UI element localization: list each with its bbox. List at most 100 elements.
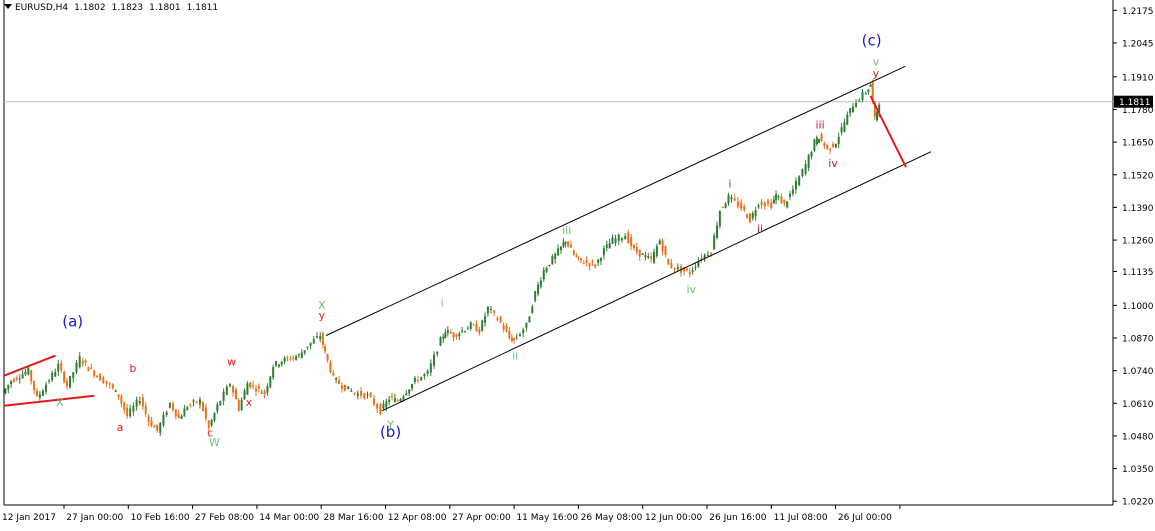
candle-body xyxy=(275,361,278,366)
channel-lower-line[interactable] xyxy=(381,151,932,412)
candle-body xyxy=(499,316,502,323)
triangle-bottom-line[interactable] xyxy=(3,394,95,407)
candle-body xyxy=(743,206,746,210)
candle-body xyxy=(87,366,90,372)
y-tick-label: 1.0480 xyxy=(1122,432,1154,442)
candle-body xyxy=(338,379,341,384)
candle-body xyxy=(718,210,721,227)
candle-body xyxy=(577,256,580,258)
wave-label: iii xyxy=(562,224,571,237)
candle-body xyxy=(733,198,736,201)
candle-body xyxy=(804,164,807,174)
candle-body xyxy=(496,318,499,321)
candle-body xyxy=(105,380,108,384)
x-tick-label: 12 Jun 00:00 xyxy=(645,513,702,523)
candle-body xyxy=(653,251,656,263)
candle-body xyxy=(461,330,464,332)
channel-upper-line[interactable] xyxy=(325,65,906,336)
y-tick-label: 1.0220 xyxy=(1122,498,1154,508)
candle-body xyxy=(237,400,240,411)
candle-body xyxy=(295,356,298,360)
dropdown-triangle-icon[interactable] xyxy=(4,4,12,9)
candle-body xyxy=(597,259,600,263)
candle-body xyxy=(746,214,749,219)
candle-body xyxy=(455,334,458,337)
candle-body xyxy=(391,396,394,398)
candle-body xyxy=(525,322,528,328)
candle-body xyxy=(562,242,565,247)
wave-label: iv xyxy=(686,283,696,296)
candle-body xyxy=(90,367,93,369)
price-chart[interactable]: 1.21751.20451.19101.17801.16501.15201.13… xyxy=(0,0,1155,527)
candle-body xyxy=(837,136,840,145)
candle-body xyxy=(232,386,235,393)
candle-body xyxy=(27,367,30,375)
candle-body xyxy=(379,404,382,414)
x-tick-label: 12 Jan 2017 xyxy=(2,513,56,523)
candle-body xyxy=(539,280,542,287)
candle-body xyxy=(405,393,408,396)
candle-body xyxy=(363,393,366,399)
candle-body xyxy=(667,258,670,265)
candle-body xyxy=(240,399,243,410)
y-tick-label: 1.0870 xyxy=(1122,335,1154,345)
candle-body xyxy=(353,392,356,394)
candle-body xyxy=(801,169,804,177)
candle-body xyxy=(51,372,54,381)
x-tick-label: 10 Feb 16:00 xyxy=(131,513,190,523)
candle-body xyxy=(24,372,27,375)
chart-window: EURUSD,H4 1.1802 1.1823 1.1801 1.1811 1.2175… xyxy=(0,0,1155,527)
y-tick-label: 1.1520 xyxy=(1122,171,1154,181)
candle-body xyxy=(84,360,87,363)
candle-body xyxy=(162,414,165,426)
candle-body xyxy=(486,306,489,314)
candle-body xyxy=(411,383,414,389)
candle-body xyxy=(177,413,180,419)
candle-body xyxy=(260,392,263,394)
candle-body xyxy=(557,248,560,256)
candle-body xyxy=(721,206,724,208)
candle-body xyxy=(263,390,266,395)
candle-body xyxy=(772,199,775,204)
candle-body xyxy=(510,337,513,342)
wave-label: iii xyxy=(816,118,825,131)
candle-body xyxy=(691,270,694,272)
candle-body xyxy=(466,328,469,330)
candle-body xyxy=(484,315,487,323)
candle-body xyxy=(343,384,346,391)
candle-body xyxy=(192,400,195,403)
candle-body xyxy=(141,397,144,407)
candle-body xyxy=(864,93,867,95)
candle-body xyxy=(783,199,786,204)
candle-body xyxy=(165,412,168,416)
wave-label: b xyxy=(129,362,136,375)
candle-body xyxy=(564,241,567,244)
candle-body xyxy=(591,261,594,263)
wave-label: a xyxy=(117,421,124,434)
candle-body xyxy=(611,237,614,244)
triangle-top-line[interactable] xyxy=(3,354,56,377)
candle-body xyxy=(286,357,289,359)
candle-body xyxy=(605,244,608,248)
candle-body xyxy=(537,284,540,295)
candle-body xyxy=(528,316,531,323)
candle-body xyxy=(189,404,192,406)
candle-body xyxy=(246,383,249,395)
candle-body xyxy=(356,393,359,397)
candle-body xyxy=(688,271,691,275)
candle-body xyxy=(676,267,679,270)
candle-body xyxy=(736,201,739,207)
candle-body xyxy=(48,380,51,382)
candle-body xyxy=(780,196,783,204)
candle-body xyxy=(807,155,810,168)
candle-body xyxy=(198,399,201,405)
x-tick-label: 11 Jul 08:00 xyxy=(774,513,828,523)
candle-body xyxy=(724,203,727,209)
candle-body xyxy=(658,240,661,245)
projection-line[interactable] xyxy=(869,95,907,168)
candle-body xyxy=(644,255,647,258)
candle-body xyxy=(846,114,849,125)
candle-body xyxy=(710,252,713,254)
candle-body xyxy=(777,196,780,198)
candle-body xyxy=(493,310,496,313)
